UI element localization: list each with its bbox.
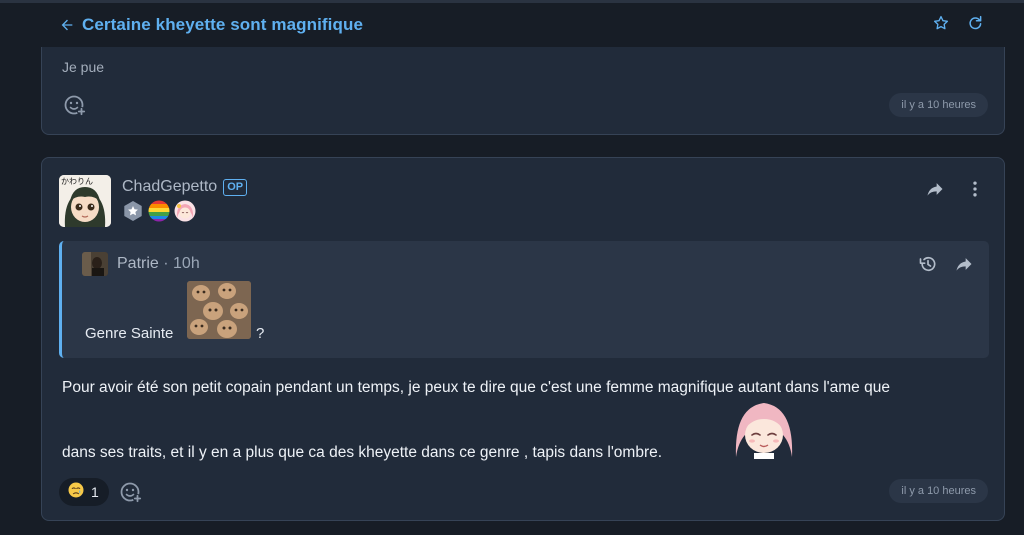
svg-text:かわりん: かわりん xyxy=(61,177,93,186)
timestamp-badge: il y a 10 heures xyxy=(889,479,988,503)
op-badge: OP xyxy=(223,178,248,196)
topic-header: Certaine kheyette sont magnifique xyxy=(56,10,996,40)
quote-text-after: ? xyxy=(256,325,265,342)
post-card: かわりん ChadGepetto OP Patrie · 10h Genre S… xyxy=(41,157,1005,521)
author-name[interactable]: ChadGepetto xyxy=(122,178,217,196)
history-icon[interactable] xyxy=(917,253,939,275)
quote-time: · 10h xyxy=(163,255,200,272)
reaction-count: 1 xyxy=(91,484,99,500)
post-text-line-1: Pour avoir été son petit copain pendant … xyxy=(62,379,890,396)
star-badge-icon[interactable] xyxy=(122,200,144,222)
add-reaction-icon[interactable] xyxy=(63,93,87,117)
refresh-icon[interactable] xyxy=(964,12,986,34)
quoted-post: Patrie · 10h Genre Sainte ? xyxy=(59,241,989,358)
topic-title[interactable]: Certaine kheyette sont magnifique xyxy=(82,15,363,35)
avatar[interactable]: かわりん xyxy=(59,175,111,227)
cat-sticker-image xyxy=(187,281,251,339)
previous-post-card: Je pue il y a 10 heures xyxy=(41,47,1005,135)
more-vertical-icon[interactable] xyxy=(964,178,986,200)
anime-girl-badge-icon[interactable] xyxy=(174,200,196,222)
quote-author-name[interactable]: Patrie xyxy=(117,255,159,272)
post-actions xyxy=(924,178,986,200)
quote-text: Genre Sainte xyxy=(85,325,174,342)
quote-author-row: Patrie · 10h xyxy=(117,255,200,273)
rainbow-badge-icon[interactable] xyxy=(148,200,170,222)
quote-actions xyxy=(917,253,975,275)
arrow-left-icon[interactable] xyxy=(56,14,78,36)
top-border xyxy=(0,0,1024,3)
quote-author-avatar[interactable] xyxy=(82,252,108,276)
author-row: ChadGepetto OP xyxy=(122,178,248,196)
share-arrow-icon[interactable] xyxy=(953,253,975,275)
timestamp-badge: il y a 10 heures xyxy=(889,93,988,117)
post-text-line-2: dans ses traits, et il y en a plus que c… xyxy=(62,444,663,461)
reaction-chip[interactable]: 1 xyxy=(59,478,109,506)
star-outline-icon[interactable] xyxy=(930,12,952,34)
add-reaction-icon[interactable] xyxy=(119,480,143,504)
user-badges xyxy=(122,200,196,222)
anime-girl-sticker-image xyxy=(732,399,796,459)
post-text: Je pue xyxy=(62,59,105,75)
crying-face-icon xyxy=(67,481,85,504)
share-arrow-icon[interactable] xyxy=(924,178,946,200)
